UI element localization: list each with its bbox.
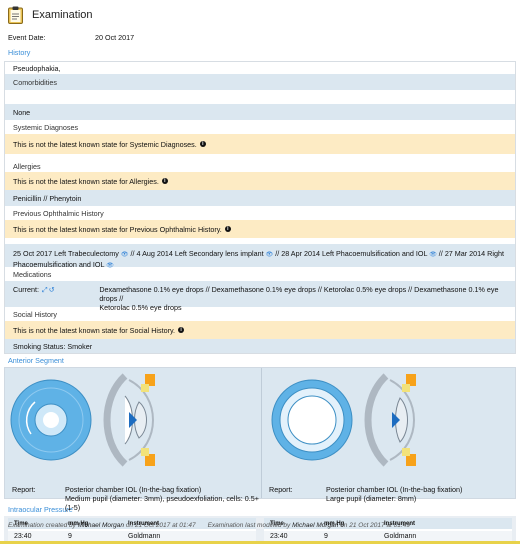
ophthalmic-warning: This is not the latest known state for P…: [5, 220, 515, 238]
allergies-title: Allergies: [13, 161, 41, 171]
refresh-icon[interactable]: ↺: [49, 285, 55, 294]
created-on: on 21 Oct 2017 at 01:47: [125, 522, 196, 529]
left-eye-anterior: Report: Posterior chamber IOL (In-the-ba…: [261, 368, 518, 503]
history-panel: Pseudophakia, Comorbidities None Systemi…: [4, 61, 516, 354]
eye-icon[interactable]: 👁: [429, 252, 437, 258]
modified-on: on 21 Oct 2017 at 01:49: [340, 522, 410, 529]
iop-instrument: Goldmann: [384, 533, 417, 540]
eye-icon[interactable]: 👁: [106, 263, 114, 269]
ophthalmic-warning-text: This is not the latest known state for P…: [13, 224, 222, 234]
info-icon[interactable]: i: [178, 327, 185, 333]
social-history-title: Social History: [13, 309, 57, 319]
page-title: Examination: [32, 8, 93, 21]
systemic-diagnoses-title: Systemic Diagnoses: [13, 122, 79, 132]
report-label: Report:: [269, 485, 293, 494]
iop-panel: Time mm Hg Instrument 23:40 9 Goldmann T…: [4, 516, 516, 544]
systemic-warning: This is not the latest known state for S…: [5, 134, 515, 154]
expand-icon[interactable]: ⤢: [42, 285, 48, 295]
iop-time: 23:40: [270, 533, 288, 540]
modified-by: Michael Morgan: [292, 522, 339, 529]
comorbidities-value: None: [13, 107, 31, 117]
info-icon[interactable]: i: [199, 141, 206, 147]
left-eye-report: Report: Posterior chamber IOL (In-the-ba…: [269, 485, 462, 503]
report-line: Large pupil (diameter: 8mm): [326, 494, 417, 503]
event-date-value: 20 Oct 2017: [95, 32, 135, 42]
report-line: Posterior chamber IOL (In-the-bag fixati…: [326, 485, 463, 494]
report-line: Medium pupil (diameter: 3mm), pseudoexfo…: [64, 494, 259, 512]
event-date-label: Event Date:: [8, 32, 46, 42]
right-eye-report: Report: Posterior chamber IOL (In-the-ba…: [12, 485, 261, 512]
allergies-warning-text: This is not the latest known state for A…: [13, 176, 159, 186]
anterior-segment-section-title[interactable]: Anterior Segment: [0, 354, 520, 367]
social-warning-text: This is not the latest known state for S…: [13, 325, 176, 335]
info-icon[interactable]: i: [224, 226, 231, 232]
created-prefix: Examination created by: [8, 522, 76, 529]
iop-value: 9: [324, 533, 328, 540]
info-icon[interactable]: i: [161, 178, 168, 184]
event-date-row: Event Date: 20 Oct 2017: [0, 31, 520, 43]
exam-header: Examination: [0, 0, 520, 29]
list-item: 28 Apr 2014 Left Phacoemulsification and…: [281, 249, 428, 258]
list-item: 25 Oct 2017 Left Trabeculectomy: [13, 249, 119, 258]
list-item: 4 Aug 2014 Left Secondary lens implant: [136, 249, 264, 258]
systemic-warning-text: This is not the latest known state for S…: [13, 139, 197, 149]
report-line: Posterior chamber IOL (In-the-bag fixati…: [64, 485, 202, 494]
anterior-segment-panel: Report: Posterior chamber IOL (In-the-ba…: [4, 367, 518, 512]
created-by: Michael Morgan: [77, 522, 124, 529]
iop-value: 9: [68, 533, 72, 540]
clipboard-icon: [8, 6, 23, 24]
medications-row: Current: ⤢ ↺ Dexamethasone 0.1% eye drop…: [5, 281, 515, 312]
eye-icon[interactable]: 👁: [121, 252, 129, 258]
iop-instrument: Goldmann: [128, 533, 161, 540]
social-warning: This is not the latest known state for S…: [5, 321, 515, 339]
ophthalmic-history-title: Previous Ophthalmic History: [13, 208, 104, 218]
left-eye-drawing[interactable]: [262, 368, 518, 480]
medications-list-cont: Ketorolac 0.5% eye drops: [99, 303, 182, 312]
history-main-text: Pseudophakia,: [5, 62, 515, 74]
medications-current-label: Current:: [13, 285, 39, 294]
comorbidities-title: Comorbidities: [13, 77, 57, 87]
footer-audit: Examination created by Michael Morgan on…: [8, 522, 410, 529]
report-label: Report:: [12, 485, 36, 494]
medications-title: Medications: [13, 269, 52, 279]
modified-prefix: Examination last modified by: [207, 522, 291, 529]
iop-time: 23:40: [14, 533, 32, 540]
right-eye-anterior: Report: Posterior chamber IOL (In-the-ba…: [5, 368, 261, 512]
allergies-warning: This is not the latest known state for A…: [5, 172, 515, 190]
smoking-status: Smoking Status: Smoker: [13, 341, 93, 351]
medications-list: Dexamethasone 0.1% eye drops // Dexameth…: [99, 285, 499, 303]
history-section-title[interactable]: History: [0, 46, 520, 59]
right-eye-drawing[interactable]: [5, 368, 261, 480]
ophthalmic-history-list: 25 Oct 2017 Left Trabeculectomy 👁 // 4 A…: [5, 244, 515, 269]
allergies-value: Penicillin // Phenytoin: [13, 193, 82, 203]
